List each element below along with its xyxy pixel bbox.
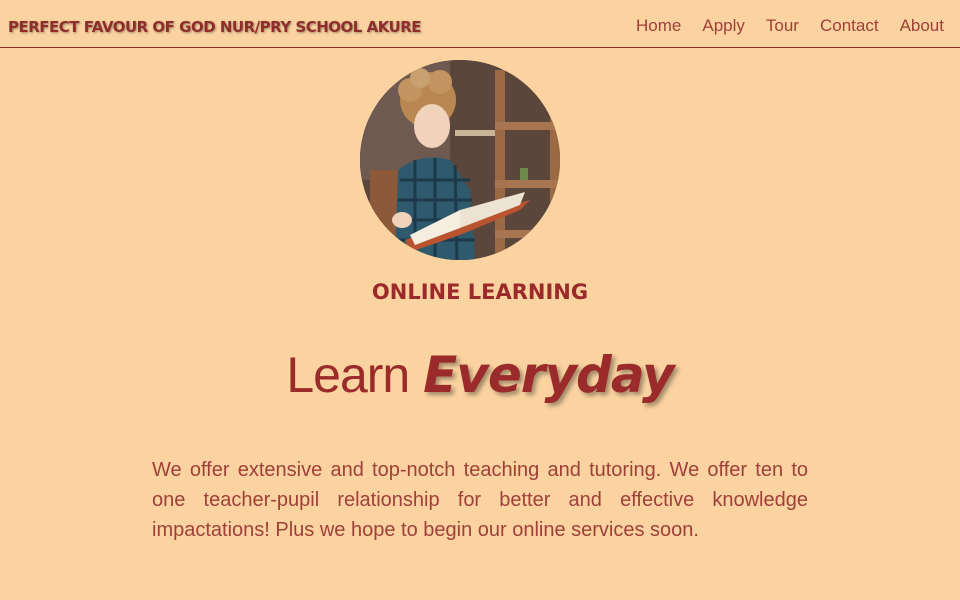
hero-description: We offer extensive and top-notch teachin… <box>152 459 808 541</box>
section-eyebrow: ONLINE LEARNING <box>371 280 589 304</box>
nav-home-link[interactable]: Home <box>636 16 681 36</box>
nav-apply-link[interactable]: Apply <box>702 16 745 36</box>
main-nav: Home Apply Tour Contact About <box>636 16 944 36</box>
nav-tour-link[interactable]: Tour <box>766 16 799 36</box>
headline-light: Learn <box>286 347 410 403</box>
headline-bold: Everyday <box>423 346 674 404</box>
top-navbar: PERFECT FAVOUR OF GOD NUR/PRY SCHOOL AKU… <box>0 0 960 48</box>
nav-contact-link[interactable]: Contact <box>820 16 879 36</box>
hero-headline: Learn Everyday <box>0 346 960 404</box>
school-name: PERFECT FAVOUR OF GOD NUR/PRY SCHOOL AKU… <box>8 18 422 36</box>
hero-image <box>360 60 560 260</box>
child-reading-illustration <box>360 60 560 260</box>
nav-about-link[interactable]: About <box>900 16 944 36</box>
